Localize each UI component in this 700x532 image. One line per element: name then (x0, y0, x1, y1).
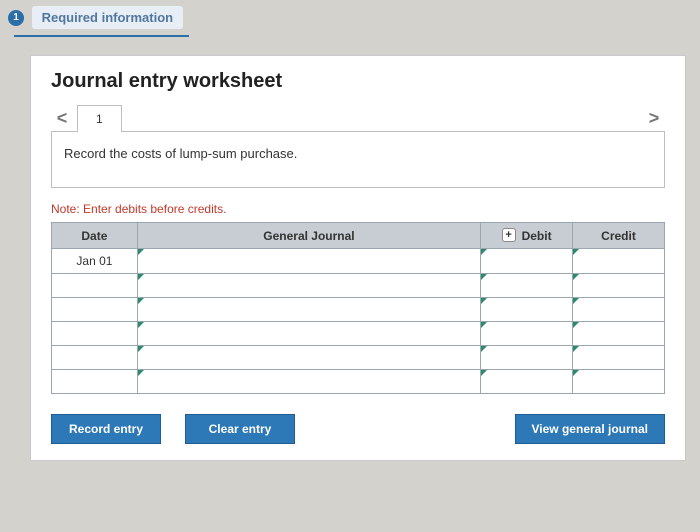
cell-date[interactable] (52, 274, 138, 298)
cell-debit[interactable] (481, 322, 573, 346)
journal-table: Date General Journal + Debit Credit Jan … (51, 222, 665, 394)
dropdown-tick-icon (138, 249, 144, 255)
cell-credit[interactable] (573, 249, 665, 274)
worksheet-title: Journal entry worksheet (51, 70, 665, 93)
prev-entry-button[interactable]: < (51, 108, 73, 129)
cell-debit[interactable] (481, 249, 573, 274)
required-info-pill[interactable]: Required information (32, 6, 183, 29)
table-row (52, 298, 665, 322)
cell-account[interactable] (137, 274, 480, 298)
instruction-box: Record the costs of lump-sum purchase. (51, 131, 665, 188)
cell-date[interactable] (52, 346, 138, 370)
cell-account[interactable] (137, 322, 480, 346)
clear-entry-button[interactable]: Clear entry (185, 414, 295, 444)
cell-date[interactable]: Jan 01 (52, 249, 138, 274)
dropdown-tick-icon (481, 322, 487, 328)
next-entry-button[interactable]: > (643, 108, 665, 129)
plus-icon[interactable]: + (502, 228, 516, 242)
dropdown-tick-icon (481, 370, 487, 376)
dropdown-tick-icon (138, 298, 144, 304)
dropdown-tick-icon (138, 346, 144, 352)
col-header-general-journal: General Journal (137, 223, 480, 249)
cell-credit[interactable] (573, 298, 665, 322)
col-header-date: Date (52, 223, 138, 249)
cell-date[interactable] (52, 322, 138, 346)
cell-account[interactable] (137, 249, 480, 274)
tab-row: < 1 > (51, 105, 665, 132)
dropdown-tick-icon (138, 274, 144, 280)
table-row (52, 274, 665, 298)
dropdown-tick-icon (138, 370, 144, 376)
dropdown-tick-icon (481, 346, 487, 352)
dropdown-tick-icon (573, 249, 579, 255)
table-row (52, 346, 665, 370)
dropdown-tick-icon (573, 346, 579, 352)
dropdown-tick-icon (481, 298, 487, 304)
cell-credit[interactable] (573, 370, 665, 394)
table-row: Jan 01 (52, 249, 665, 274)
cell-debit[interactable] (481, 274, 573, 298)
dropdown-tick-icon (573, 274, 579, 280)
view-general-journal-button[interactable]: View general journal (515, 414, 665, 444)
dropdown-tick-icon (573, 322, 579, 328)
record-entry-button[interactable]: Record entry (51, 414, 161, 444)
button-row: Record entry Clear entry View general jo… (51, 414, 665, 444)
entry-tab-1[interactable]: 1 (77, 105, 122, 132)
cell-date[interactable] (52, 298, 138, 322)
cell-credit[interactable] (573, 274, 665, 298)
col-header-debit: + Debit (481, 223, 573, 249)
cell-debit[interactable] (481, 370, 573, 394)
worksheet-card: Journal entry worksheet < 1 > Record the… (30, 55, 686, 461)
note-text: Note: Enter debits before credits. (51, 202, 665, 216)
top-bar: 1 Required information (0, 0, 700, 37)
cell-account[interactable] (137, 346, 480, 370)
cell-credit[interactable] (573, 322, 665, 346)
cell-account[interactable] (137, 298, 480, 322)
cell-debit[interactable] (481, 346, 573, 370)
dropdown-tick-icon (573, 370, 579, 376)
col-header-credit: Credit (573, 223, 665, 249)
active-underline (14, 35, 189, 37)
dropdown-tick-icon (138, 322, 144, 328)
dropdown-tick-icon (481, 274, 487, 280)
debit-label: Debit (522, 229, 552, 243)
dropdown-tick-icon (481, 249, 487, 255)
dropdown-tick-icon (573, 298, 579, 304)
cell-date[interactable] (52, 370, 138, 394)
cell-credit[interactable] (573, 346, 665, 370)
table-row (52, 322, 665, 346)
step-badge: 1 (8, 10, 24, 26)
cell-debit[interactable] (481, 298, 573, 322)
table-row (52, 370, 665, 394)
instruction-text: Record the costs of lump-sum purchase. (64, 146, 297, 161)
cell-account[interactable] (137, 370, 480, 394)
